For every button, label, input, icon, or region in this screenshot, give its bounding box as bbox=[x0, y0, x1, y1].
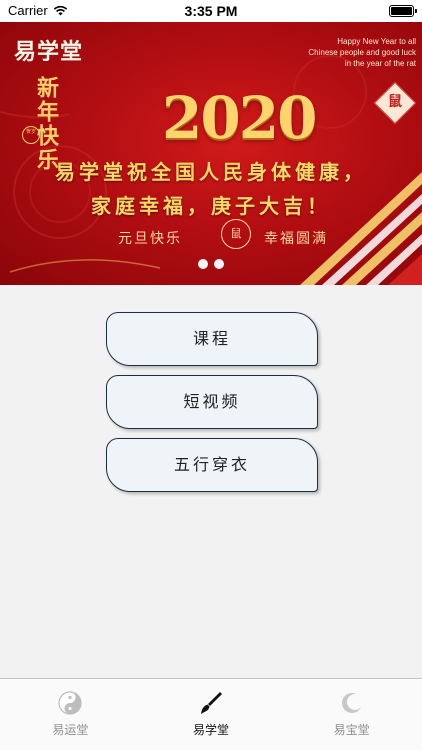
page-dot-1[interactable] bbox=[198, 259, 208, 269]
year-2020: 2020 bbox=[162, 84, 317, 152]
course-button[interactable]: 课程 bbox=[106, 312, 318, 366]
tab-label-yiyuntang: 易运堂 bbox=[52, 723, 89, 737]
tab-yibaotang[interactable]: 易宝堂 bbox=[281, 679, 422, 750]
battery-icon bbox=[389, 5, 417, 17]
short-video-button[interactable]: 短视频 bbox=[106, 375, 318, 429]
tab-yixuetang[interactable]: 易学堂 bbox=[141, 679, 282, 750]
greeting-seal: 贺岁 bbox=[22, 126, 40, 144]
banner-carousel[interactable]: 易学堂 Happy New Year to all Chinese people… bbox=[0, 22, 422, 285]
five-elements-dress-button[interactable]: 五行穿衣 bbox=[106, 438, 318, 492]
wish-line-1: 易学堂祝全国人民身体健康， bbox=[55, 160, 367, 184]
yin-yang-icon bbox=[58, 691, 82, 715]
tab-yiyuntang[interactable]: 易运堂 bbox=[0, 679, 141, 750]
tab-bar: 易运堂 易学堂 易宝堂 bbox=[0, 678, 422, 750]
brand-logo: 易学堂 bbox=[14, 39, 84, 65]
crescent-icon bbox=[341, 693, 363, 713]
status-time: 3:35 PM bbox=[184, 3, 238, 19]
rat-emblem-icon: 鼠 bbox=[221, 219, 251, 249]
sub-greeting-right: 幸福圆满 bbox=[264, 231, 328, 247]
sub-greeting-left: 元旦快乐 bbox=[118, 231, 182, 247]
menu-list: 课程 短视频 五行穿衣 bbox=[106, 312, 320, 501]
english-greeting: Happy New Year to all Chinese people and… bbox=[308, 37, 416, 68]
status-bar: Carrier 3:35 PM bbox=[0, 0, 422, 22]
brush-icon bbox=[201, 692, 222, 714]
wish-line-2: 家庭幸福，庚子大吉！ bbox=[91, 194, 331, 218]
page-indicator[interactable] bbox=[0, 259, 422, 269]
page-dot-2[interactable] bbox=[214, 259, 224, 269]
tab-label-yibaotang: 易宝堂 bbox=[333, 723, 370, 737]
zodiac-badge-text: 鼠 bbox=[388, 93, 402, 110]
tab-label-yixuetang: 易学堂 bbox=[193, 723, 230, 737]
